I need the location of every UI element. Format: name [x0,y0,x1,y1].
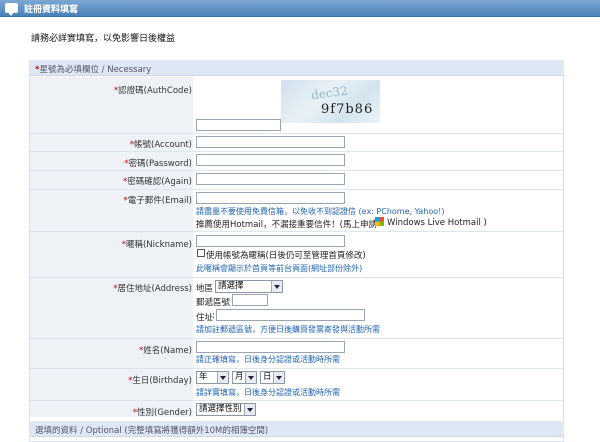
page-header: 註冊資料填寫 [0,0,600,17]
nickname-hint: 此暱稱會顯示於首頁等前台頁面(網址部份除外) [196,264,363,273]
gender-select[interactable]: 請選擇性別 [196,403,256,416]
speech-bubble-icon [5,3,18,16]
windows-logo-icon [375,217,384,226]
chevron-down-icon [271,281,282,292]
chevron-down-icon [245,372,256,383]
nickname-label: *暱稱(Nickname) [121,240,192,250]
birth-year-select[interactable]: 年 [196,371,229,384]
use-account-as-nickname-label: 使用帳號為暱稱(日後仍可至管理首頁修改) [206,251,366,261]
birth-day-select[interactable]: 日 [260,371,285,384]
password-again-input[interactable] [196,173,345,185]
email-input[interactable] [196,192,345,204]
account-label: *帳號(Account) [129,140,192,150]
email-label: *電子郵件(Email) [123,196,192,206]
gender-label: *性別(Gender) [132,408,192,418]
authcode-label: *認證碼(AuthCode) [113,86,192,96]
optional-section-label: 選填的資料 / Optional (完整填寫將獲得額外10M的相簿空間) [35,426,269,436]
name-hint: 請正確填寫，日後身分認證或活動時所需 [196,355,340,364]
account-input[interactable] [196,136,345,148]
page-title: 註冊資料填寫 [24,5,79,15]
hotmail-recommend-text: 推薦使用Hotmail，不漏接重要信件！(馬上申請 [196,220,377,230]
street-input[interactable] [216,309,365,321]
password-again-label: *密碼確認(Again) [122,177,192,187]
captcha-image: dec32 9f7b86 [281,80,380,123]
chevron-down-icon [273,372,284,383]
zip-label: 郵遞區號 [196,298,231,308]
use-account-as-nickname-checkbox[interactable] [197,249,205,257]
required-section-header: *星號為必填欄位 / Necessary [29,60,564,76]
street-label: 住址 [196,313,214,323]
name-label: *姓名(Name) [139,346,192,356]
password-label: *密碼(Password) [124,159,192,169]
birthday-label: *生日(Birthday) [128,376,192,386]
name-input[interactable] [196,341,345,353]
area-label: 地區 [196,284,214,294]
chevron-down-icon [217,372,228,383]
required-section-label: 星號為必填欄位 / Necessary [39,65,152,75]
address-hint: 請加註郵遞區號，方便日後購買發票寄發與活動所需 [196,325,380,334]
chevron-down-icon [244,404,255,415]
email-hint: 請盡量不要使用免費信箱，以免收不到認證信 (ex: PChome, Yahoo!… [196,207,445,216]
nickname-input[interactable] [196,235,345,247]
address-label: *居住地址(Address) [113,284,192,294]
zip-input[interactable] [232,294,268,306]
password-input[interactable] [196,154,345,166]
notice-text: 請務必詳實填寫，以免影響日後權益 [31,34,176,44]
optional-section-header: 選填的資料 / Optional (完整填寫將獲得額外10M的相簿空間) [29,421,564,437]
windows-live-hotmail-link[interactable]: Windows Live Hotmail ) [375,217,487,228]
area-select[interactable]: 請選擇 [215,280,283,293]
birth-month-select[interactable]: 月 [232,371,257,384]
authcode-input[interactable] [196,119,281,131]
birthday-hint: 請詳實填寫，日後身分認證或活動時所需 [196,388,340,397]
